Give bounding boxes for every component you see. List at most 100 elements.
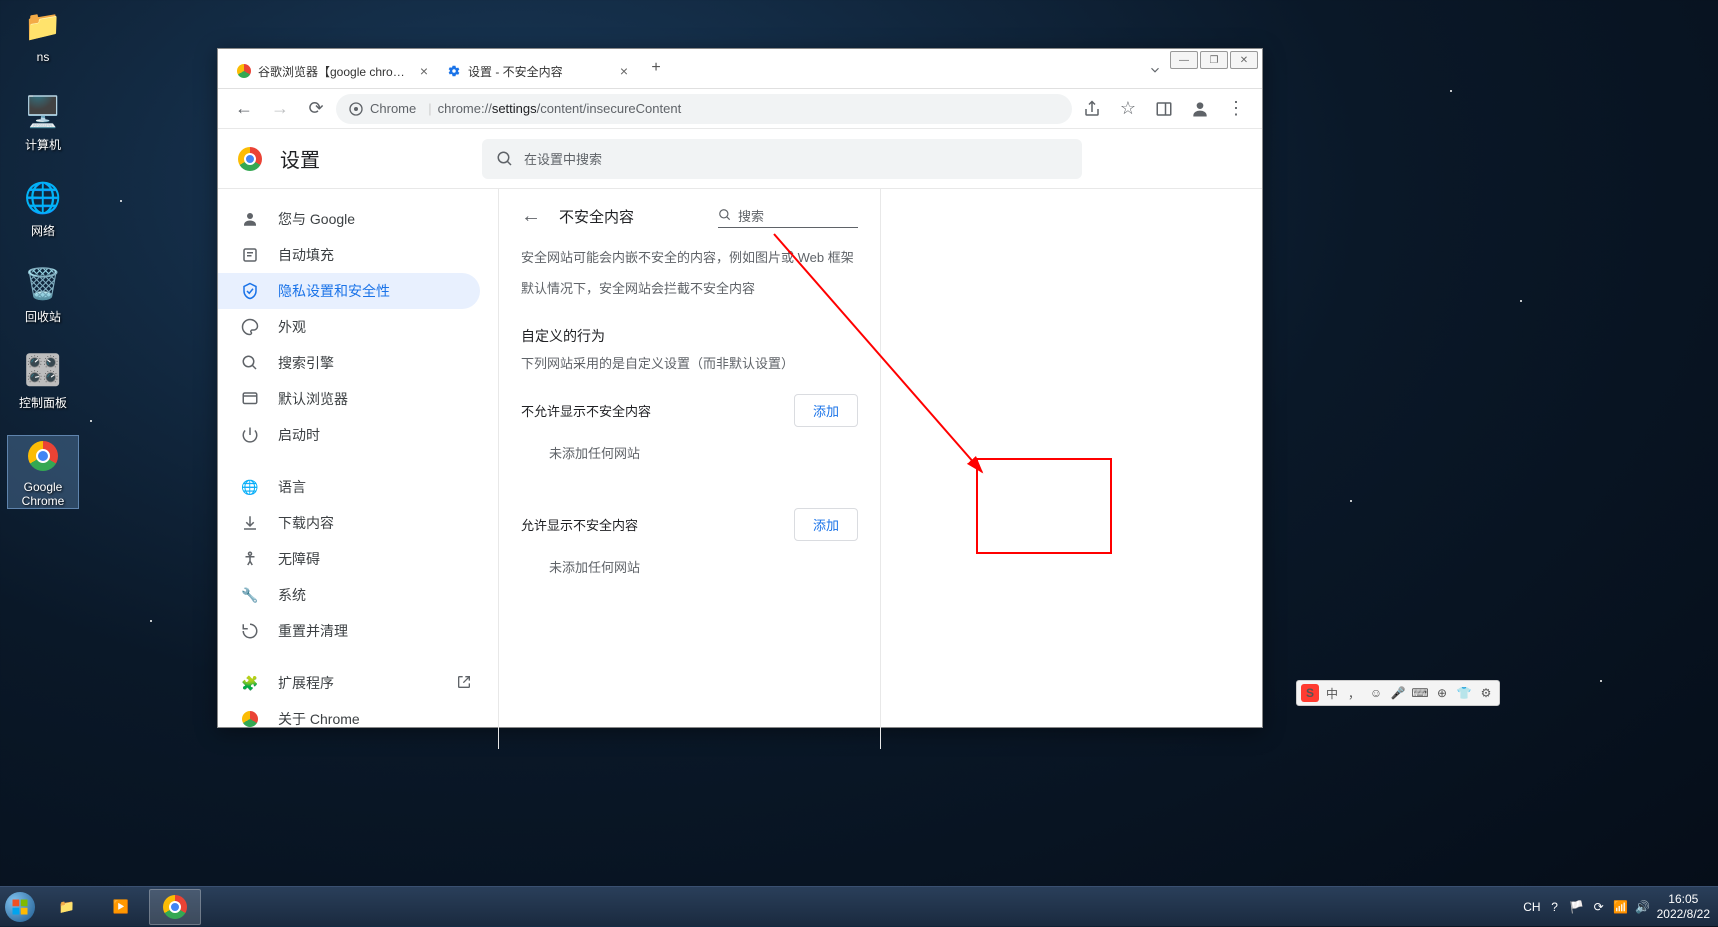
minimize-button[interactable]: —: [1170, 51, 1198, 69]
external-link-icon: [456, 674, 472, 693]
sidebar-label: 隐私设置和安全性: [278, 281, 390, 301]
desktop-icon-chrome[interactable]: Google Chrome: [8, 436, 78, 508]
close-button[interactable]: ✕: [1230, 51, 1258, 69]
autofill-icon: [240, 245, 260, 265]
tray-flag-icon[interactable]: 🏳️: [1569, 899, 1585, 915]
url-suffix: /content/insecureContent: [537, 101, 682, 116]
new-tab-button[interactable]: +: [642, 54, 670, 82]
sidebar-item-privacy[interactable]: 隐私设置和安全性: [218, 273, 480, 309]
browser-icon: [240, 389, 260, 409]
address-chrome-label: Chrome: [370, 101, 416, 116]
tray-lang[interactable]: CH: [1523, 900, 1540, 914]
ime-settings-icon[interactable]: ⚙: [1477, 684, 1495, 702]
share-button[interactable]: [1076, 93, 1108, 125]
custom-behavior-desc: 下列网站采用的是自定义设置（而非默认设置）: [499, 350, 880, 377]
chrome-logo-icon: [238, 147, 262, 171]
chrome-about-icon: [240, 709, 260, 729]
desktop-icon-label: 回收站: [8, 308, 78, 325]
ime-toolbar[interactable]: S 中 ， ☺ 🎤 ⌨ ⊕ 👕 ⚙: [1296, 680, 1500, 706]
tab-title: 谷歌浏览器【google chrome】: [258, 63, 414, 80]
sidebar-item-language[interactable]: 🌐语言: [218, 469, 480, 505]
menu-button[interactable]: ⋮: [1220, 93, 1252, 125]
sidebar-label: 系统: [278, 585, 306, 605]
taskbar-chrome[interactable]: [149, 889, 201, 925]
shield-icon: [240, 281, 260, 301]
sidepanel-button[interactable]: [1148, 93, 1180, 125]
sidebar-item-appearance[interactable]: 外观: [218, 309, 480, 345]
reload-button[interactable]: ⟳: [300, 93, 332, 125]
tray-update-icon[interactable]: ⟳: [1591, 899, 1607, 915]
palette-icon: [240, 317, 260, 337]
sidebar-item-startup[interactable]: 启动时: [218, 417, 480, 453]
ime-mic-icon[interactable]: 🎤: [1389, 684, 1407, 702]
extension-icon: 🧩: [240, 673, 260, 693]
ime-emoji-icon[interactable]: ☺: [1367, 684, 1385, 702]
back-button[interactable]: ←: [228, 93, 260, 125]
ime-skin-icon[interactable]: 👕: [1455, 684, 1473, 702]
settings-main: ← 不安全内容 搜索 安全网站可能会内嵌不安全的内容，例如图片或 Web 框架 …: [498, 189, 881, 749]
page-search[interactable]: 搜索: [718, 206, 858, 228]
add-block-button[interactable]: 添加: [794, 394, 858, 427]
maximize-button[interactable]: ❐: [1200, 51, 1228, 69]
page-description-1: 安全网站可能会内嵌不安全的内容，例如图片或 Web 框架: [499, 240, 880, 271]
desktop-icon-recycle[interactable]: 🗑️ 回收站: [8, 264, 78, 325]
add-allow-button[interactable]: 添加: [794, 508, 858, 541]
tray-sound-icon[interactable]: 🔊: [1635, 899, 1651, 915]
sidebar-item-reset[interactable]: 重置并清理: [218, 613, 480, 649]
sidebar-item-about[interactable]: 关于 Chrome: [218, 701, 480, 737]
browser-toolbar: ← → ⟳ Chrome | chrome://settings/content…: [218, 89, 1262, 129]
sidebar-item-accessibility[interactable]: 无障碍: [218, 541, 480, 577]
profile-button[interactable]: [1184, 93, 1216, 125]
ime-keyboard-icon[interactable]: ⌨: [1411, 684, 1429, 702]
taskbar: 📁 ▶️ CH ? 🏳️ ⟳ 📶 🔊 16:05 2022/8/22: [0, 886, 1718, 926]
recycle-icon: 🗑️: [23, 264, 63, 304]
desktop-icon-computer[interactable]: 🖥️ 计算机: [8, 92, 78, 153]
desktop-icon-ns[interactable]: 📁 ns: [8, 6, 78, 64]
block-title: 不允许显示不安全内容: [521, 401, 794, 420]
chrome-icon: [23, 436, 63, 476]
desktop-icon-label: 计算机: [8, 136, 78, 153]
settings-icon: [348, 101, 364, 117]
page-description-2: 默认情况下，安全网站会拦截不安全内容: [499, 271, 880, 302]
sidebar-item-extensions[interactable]: 🧩扩展程序: [218, 665, 480, 701]
ime-logo-icon[interactable]: S: [1301, 684, 1319, 702]
control-panel-icon: 🎛️: [23, 350, 63, 390]
ime-plus-icon[interactable]: ⊕: [1433, 684, 1451, 702]
sidebar-label: 默认浏览器: [278, 389, 348, 409]
tab-inactive[interactable]: 谷歌浏览器【google chrome】 ×: [226, 54, 436, 88]
close-icon[interactable]: ×: [420, 63, 428, 79]
tray-network-icon[interactable]: 📶: [1613, 899, 1629, 915]
system-tray: CH ? 🏳️ ⟳ 📶 🔊 16:05 2022/8/22: [1515, 887, 1718, 926]
sidebar-item-you-google[interactable]: 您与 Google: [218, 201, 480, 237]
taskbar-explorer[interactable]: 📁: [41, 889, 93, 925]
tray-help-icon[interactable]: ?: [1547, 899, 1563, 915]
allow-empty-text: 未添加任何网站: [499, 547, 880, 584]
sidebar-label: 自动填充: [278, 245, 334, 265]
url-prefix: chrome://: [438, 101, 492, 116]
sidebar-item-default-browser[interactable]: 默认浏览器: [218, 381, 480, 417]
tab-active[interactable]: 设置 - 不安全内容 ×: [436, 54, 636, 88]
bookmark-button[interactable]: ☆: [1112, 93, 1144, 125]
close-icon[interactable]: ×: [620, 63, 628, 79]
ime-punct[interactable]: ，: [1345, 684, 1363, 702]
tabs-dropdown-icon[interactable]: [1148, 63, 1162, 80]
start-button[interactable]: [0, 887, 40, 927]
power-icon: [240, 425, 260, 445]
sidebar-item-downloads[interactable]: 下载内容: [218, 505, 480, 541]
taskbar-mediaplayer[interactable]: ▶️: [95, 889, 147, 925]
tray-date: 2022/8/22: [1657, 907, 1710, 921]
download-icon: [240, 513, 260, 533]
sidebar-item-search-engine[interactable]: 搜索引擎: [218, 345, 480, 381]
sidebar-item-system[interactable]: 🔧系统: [218, 577, 480, 613]
tray-clock[interactable]: 16:05 2022/8/22: [1657, 892, 1710, 921]
settings-search[interactable]: 在设置中搜索: [482, 139, 1082, 179]
back-arrow-button[interactable]: ←: [521, 205, 541, 228]
desktop-icon-network[interactable]: 🌐 网络: [8, 178, 78, 239]
desktop-icon-control-panel[interactable]: 🎛️ 控制面板: [8, 350, 78, 411]
forward-button[interactable]: →: [264, 93, 296, 125]
address-bar[interactable]: Chrome | chrome://settings/content/insec…: [336, 94, 1072, 124]
ime-lang[interactable]: 中: [1323, 684, 1341, 702]
settings-header: 设置 在设置中搜索: [218, 129, 1262, 189]
sidebar-item-autofill[interactable]: 自动填充: [218, 237, 480, 273]
desktop-icon-label: 网络: [8, 222, 78, 239]
